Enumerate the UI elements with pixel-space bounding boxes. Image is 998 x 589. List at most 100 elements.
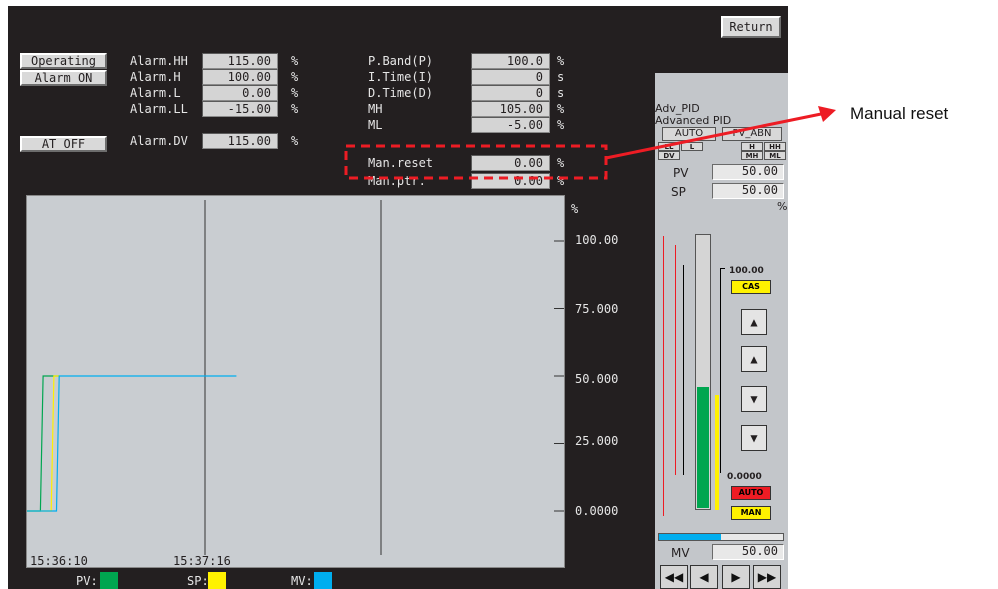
alarm-hh-unit: % — [291, 54, 299, 68]
mh-value[interactable]: 105.00 — [471, 101, 550, 117]
sp-value[interactable]: 50.00 — [712, 183, 784, 199]
alarm-h-unit: % — [291, 70, 299, 84]
operating-button[interactable]: Operating — [20, 53, 107, 69]
step-back-button[interactable]: ◀ — [690, 565, 718, 589]
mh-label: MH — [368, 102, 383, 116]
alarm-range-line-dark — [683, 265, 684, 475]
hmi-screen: Return Operating Alarm ON AT OFF Alarm.H… — [8, 6, 788, 589]
pv-bar-frame — [695, 234, 711, 510]
fast-down-button[interactable]: ▼ — [741, 425, 767, 451]
p-band-unit: % — [557, 54, 565, 68]
y-tick-100-text: 100.00 — [575, 233, 619, 247]
alarm-lamp-dv: DV — [658, 151, 680, 160]
man-button[interactable]: MAN — [731, 506, 771, 520]
step-forward-button[interactable]: ▶ — [722, 565, 750, 589]
alarm-l-label: Alarm.L — [130, 86, 181, 100]
trend-plot — [27, 200, 564, 555]
d-time-unit: s — [557, 86, 565, 100]
mv-value[interactable]: 50.00 — [712, 544, 784, 560]
faceplate-unit: % — [777, 200, 788, 213]
i-time-unit: s — [557, 70, 565, 84]
manual-reset-callout: Manual reset — [850, 104, 949, 123]
faceplate-desc: Advanced PID — [655, 114, 732, 127]
man-ptr-value[interactable]: 0.00 — [471, 173, 550, 189]
return-button[interactable]: Return — [721, 16, 781, 38]
sp-label: SP — [671, 185, 686, 199]
alarm-dv-unit: % — [291, 134, 299, 148]
fast-rewind-button[interactable]: ◀◀ — [660, 565, 688, 589]
up-icon: ▲ — [750, 352, 758, 366]
alarm-dv-value[interactable]: 115.00 — [202, 133, 278, 149]
down-icon: ▼ — [750, 392, 758, 406]
alarm-ll-label: Alarm.LL — [130, 102, 188, 116]
alarm-h-value[interactable]: 100.00 — [202, 69, 278, 85]
scale-bottom-label: 0.0000 — [727, 472, 762, 482]
sp-bar-fill — [715, 395, 719, 510]
alarm-lamp-l: L — [681, 142, 703, 151]
double-down-icon: ▼ — [750, 431, 758, 445]
y-tick-25-text: 25.000 — [575, 434, 619, 448]
trend-chart — [26, 195, 565, 568]
double-left-icon: ◀◀ — [664, 570, 684, 584]
man-reset-label: Man.reset — [368, 156, 434, 170]
down-button[interactable]: ▼ — [741, 386, 767, 412]
double-up-icon: ▲ — [750, 315, 758, 329]
left-icon: ◀ — [699, 570, 709, 584]
alarm-hh-value[interactable]: 115.00 — [202, 53, 278, 69]
mh-unit: % — [557, 102, 565, 116]
up-button[interactable]: ▲ — [741, 346, 767, 372]
man-ptr-unit: % — [557, 174, 565, 188]
alarm-lamp-h: H — [741, 142, 763, 151]
trend-unit: % — [571, 202, 579, 216]
d-time-label: D.Time(D) — [368, 86, 434, 100]
alarm-lamp-ml: ML — [764, 151, 786, 160]
ml-unit: % — [557, 118, 565, 132]
time-label-mid: 15:37:16 — [173, 554, 231, 568]
alarm-range-line-red-2 — [675, 245, 676, 475]
legend-sp-label: SP: — [187, 574, 209, 588]
pv-label: PV — [673, 166, 689, 180]
legend-mv-swatch — [314, 572, 332, 589]
scale-tick-top — [720, 268, 725, 269]
double-right-icon: ▶▶ — [757, 570, 777, 584]
alarm-range-line-red — [663, 236, 664, 516]
alarm-ll-unit: % — [291, 102, 299, 116]
alarm-l-unit: % — [291, 86, 299, 100]
y-tick-50: 50.000 — [575, 372, 618, 386]
legend-sp-swatch — [208, 572, 226, 589]
fast-up-button[interactable]: ▲ — [741, 309, 767, 335]
man-ptr-label: Man.ptr. — [368, 174, 426, 188]
legend-pv-label: PV: — [76, 574, 98, 588]
at-off-button[interactable]: AT OFF — [20, 136, 107, 152]
man-reset-value[interactable]: 0.00 — [471, 155, 550, 171]
mode-auto-indicator[interactable]: AUTO — [662, 127, 716, 141]
alarm-hh-label: Alarm.HH — [130, 54, 188, 68]
alarm-on-button[interactable]: Alarm ON — [20, 70, 107, 86]
alarm-lamp-ll: LL — [658, 142, 680, 151]
alarm-ll-value[interactable]: -15.00 — [202, 101, 278, 117]
y-tick-100: 100.00 — [575, 233, 618, 247]
d-time-value[interactable]: 0 — [471, 85, 550, 101]
auto-button[interactable]: AUTO — [731, 486, 771, 500]
annotation-arrow-head — [818, 106, 836, 122]
fast-forward-button[interactable]: ▶▶ — [753, 565, 781, 589]
man-reset-unit: % — [557, 156, 565, 170]
y-tick-25: 25.000 — [575, 434, 618, 448]
ml-value[interactable]: -5.00 — [471, 117, 550, 133]
pv-bar-fill — [697, 387, 709, 508]
legend-pv-swatch — [100, 572, 118, 589]
right-icon: ▶ — [731, 570, 741, 584]
alarm-lamp-hh: HH — [764, 142, 786, 151]
cas-button[interactable]: CAS — [731, 280, 771, 294]
y-tick-75: 75.000 — [575, 302, 618, 316]
mv-bar-fill — [659, 534, 721, 540]
y-tick-0-text: 0.0000 — [575, 504, 619, 518]
i-time-value[interactable]: 0 — [471, 69, 550, 85]
alarm-l-value[interactable]: 0.00 — [202, 85, 278, 101]
y-tick-50-text: 50.000 — [575, 372, 619, 386]
p-band-value[interactable]: 100.0 — [471, 53, 550, 69]
scale-line — [720, 268, 721, 473]
time-label-start: 15:36:10 — [30, 554, 88, 568]
ml-label: ML — [368, 118, 383, 132]
mv-label: MV — [671, 546, 690, 560]
